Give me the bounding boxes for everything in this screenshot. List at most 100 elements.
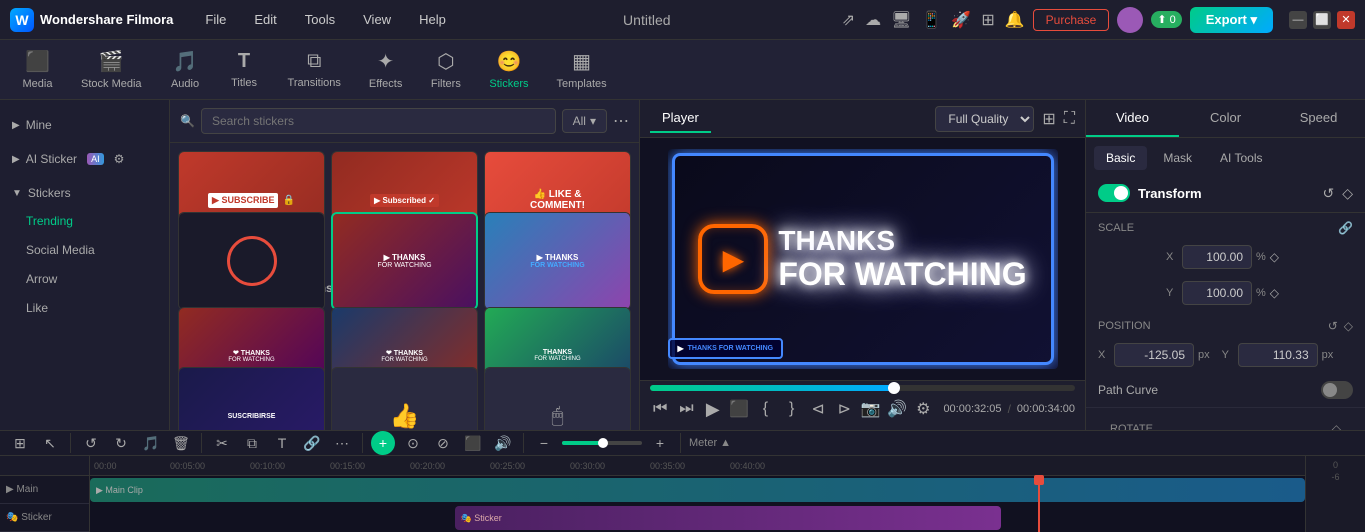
tab-video[interactable]: Video [1086,100,1179,137]
timeline-delete-btn[interactable]: 🗑 [169,431,193,455]
settings-button[interactable]: ⚙ [913,397,933,421]
send-icon[interactable]: ⇗ [842,10,855,30]
menu-view[interactable]: View [357,8,397,31]
path-curve-toggle[interactable] [1321,381,1353,399]
volume-button[interactable]: 🔊 [887,397,907,421]
timeline-snap-btn[interactable]: ⊙ [401,431,425,455]
grid-view-icon[interactable]: ⊞ [1042,109,1055,129]
update-badge[interactable]: ⬆ 0 [1151,11,1181,28]
scale-y-input[interactable] [1182,281,1252,305]
prev-frame-button[interactable]: ⊲ [808,397,828,421]
position-reset-icon[interactable]: ↺ [1328,319,1338,333]
subtab-basic[interactable]: Basic [1094,146,1147,170]
bell-icon[interactable]: 🔔 [1005,10,1025,30]
timeline-zoom-out-btn[interactable]: − [532,431,556,455]
media-btn-templates[interactable]: ▦ Templates [544,43,618,96]
grid-icon[interactable]: ⊞ [981,10,994,30]
go-back-button[interactable]: ⏭ [676,397,696,421]
timeline-zoom-in-btn[interactable]: + [648,431,672,455]
sidebar-ai-header[interactable]: ▶ AI Sticker AI ⚙ [0,146,169,172]
sticker-item-cursor[interactable]: 🖱 [484,367,631,430]
tab-speed[interactable]: Speed [1272,100,1365,137]
timeline-redo-btn[interactable]: ↻ [109,431,133,455]
media-btn-audio[interactable]: 🎵 Audio [158,43,213,96]
scale-y-stepper[interactable]: ◇ [1270,286,1279,300]
timeline-select-btn[interactable]: ↖ [38,431,62,455]
timeline-add-track-btn[interactable]: + [371,431,395,455]
timeline-more-btn[interactable]: ⋯ [330,431,354,455]
sticker-track-clip[interactable]: 🎭 Sticker [455,506,1002,530]
scale-x-stepper[interactable]: ◇ [1270,250,1279,264]
ai-settings-icon[interactable]: ⚙ [114,152,125,166]
menu-help[interactable]: Help [413,8,452,31]
timeline-split-btn[interactable]: ⊞ [8,431,32,455]
position-y-input[interactable] [1238,343,1318,367]
export-button[interactable]: Export ▾ [1190,7,1273,33]
timeline-cut-btn[interactable]: ✂ [210,431,234,455]
cloud-icon[interactable]: ☁ [865,10,881,30]
mark-in-button[interactable]: { [755,397,775,421]
menu-file[interactable]: File [199,8,232,31]
position-x-input[interactable] [1114,343,1194,367]
reset-icon[interactable]: ↺ [1322,185,1334,202]
transform-toggle[interactable] [1098,184,1130,202]
play-button[interactable]: ▶ [703,397,723,421]
scale-lock-icon[interactable]: 🔗 [1338,221,1353,235]
timeline-vol-btn[interactable]: 🔊 [491,431,515,455]
search-input[interactable] [201,108,556,134]
filter-dropdown[interactable]: All ▾ [562,109,607,133]
scale-x-input[interactable] [1182,245,1252,269]
snapshot-button[interactable]: 📷 [861,397,881,421]
phone-icon[interactable]: 📱 [921,10,941,30]
rocket-icon[interactable]: 🚀 [951,10,971,30]
media-btn-transitions[interactable]: ⧉ Transitions [276,44,353,95]
sticker-item-thumbsup[interactable]: 👍 [331,367,478,430]
fullscreen-icon[interactable]: ⛶ [1064,110,1075,128]
timeline-crop-btn[interactable]: ⬛ [461,431,485,455]
mark-out-button[interactable]: } [782,397,802,421]
position-diamond-icon[interactable]: ◇ [1344,319,1353,333]
tab-color[interactable]: Color [1179,100,1272,137]
sticker-item-thanks2[interactable]: ▶ THANKS FOR WATCHING [484,212,631,310]
timeline-undo-btn[interactable]: ↺ [79,431,103,455]
sticker-item-suscribirse[interactable]: SUSCRIBIRSE [178,367,325,430]
timeline-text-btn[interactable]: T [270,431,294,455]
timeline-link-btn[interactable]: 🔗 [300,431,324,455]
media-btn-filters[interactable]: ⬡ Filters [418,43,473,96]
subtab-ai-tools[interactable]: AI Tools [1208,146,1274,170]
media-btn-titles[interactable]: T Titles [217,44,272,95]
menu-tools[interactable]: Tools [299,8,341,31]
media-btn-effects[interactable]: ✦ Effects [357,43,414,96]
subtab-mask[interactable]: Mask [1151,146,1204,170]
next-frame-button[interactable]: ⊳ [834,397,854,421]
sticker-item-thanks-selected[interactable]: ▶ THANKS FOR WATCHING [331,212,478,310]
restore-button[interactable]: ⬜ [1313,11,1331,29]
main-track-clip[interactable]: ▶ Main Clip [90,478,1305,502]
menu-edit[interactable]: Edit [248,8,282,31]
go-start-button[interactable]: ⏮ [650,397,670,421]
zoom-slider[interactable] [562,441,642,445]
more-options-button[interactable]: ⋯ [613,111,629,131]
media-btn-media[interactable]: ⬛ Media [10,43,65,96]
purchase-button[interactable]: Purchase [1033,9,1110,31]
sidebar-item-like[interactable]: Like [6,294,163,322]
minimize-button[interactable]: — [1289,11,1307,29]
media-btn-stock[interactable]: 🎬 Stock Media [69,43,154,96]
sticker-item-circle[interactable] [178,212,325,310]
sidebar-mine-header[interactable]: ▶ Mine [0,112,169,138]
close-button[interactable]: ✕ [1337,11,1355,29]
stop-button[interactable]: ⬛ [729,397,749,421]
progress-handle[interactable] [888,382,900,394]
sidebar-item-social[interactable]: Social Media [6,236,163,264]
sidebar-item-trending[interactable]: Trending [6,207,163,235]
timeline-audio-btn[interactable]: 🎵 [139,431,163,455]
sidebar-stickers-header[interactable]: ▼ Stickers [0,180,169,206]
timeline-copy-btn[interactable]: ⧉ [240,431,264,455]
media-btn-stickers[interactable]: 😊 Stickers [477,43,540,96]
sidebar-item-arrow[interactable]: Arrow [6,265,163,293]
rotate-diamond-icon[interactable]: ◇ [1332,422,1341,430]
quality-select[interactable]: Full Quality [935,106,1034,132]
progress-bar[interactable] [650,385,1075,391]
timeline-split2-btn[interactable]: ⊘ [431,431,455,455]
monitor-icon[interactable]: 🖥 [891,10,911,30]
